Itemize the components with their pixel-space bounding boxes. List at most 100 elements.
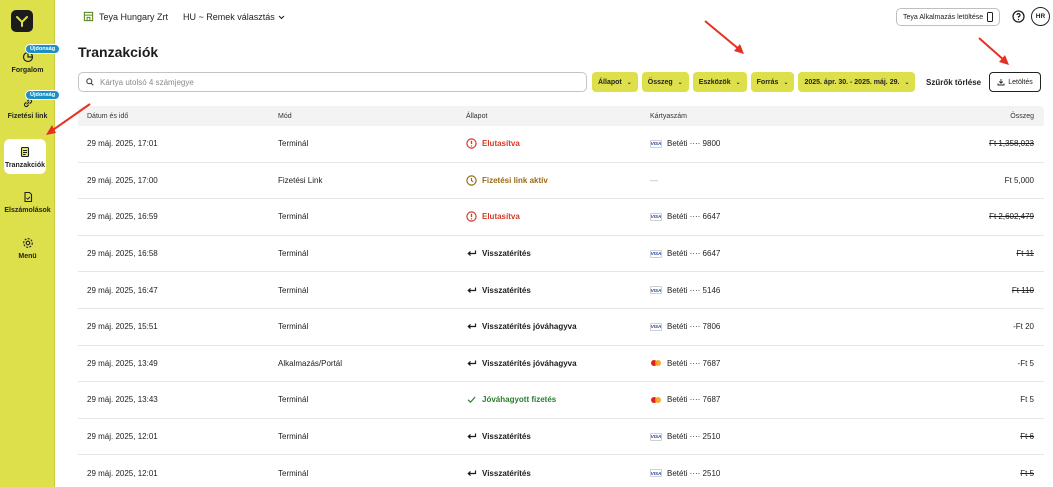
- status-label: Visszatérítés: [482, 468, 531, 478]
- cell-amount: Ft 110: [1011, 285, 1034, 295]
- gear-icon: [21, 236, 35, 250]
- status-badge: Visszatérítés jóváhagyva: [466, 321, 650, 332]
- table-row[interactable]: 29 máj. 2025, 16:59 Terminál Elutasítva VIS…: [78, 199, 1044, 236]
- cell-mode: Terminál: [278, 139, 309, 149]
- search-input[interactable]: [100, 77, 560, 87]
- filter-label: Összeg: [647, 78, 673, 86]
- sidebar-item-elszamolasok[interactable]: Elszámolások: [0, 190, 55, 214]
- receipt-icon: [18, 145, 32, 159]
- cell-amount: Ft 6: [1020, 432, 1034, 442]
- cell-date: 29 máj. 2025, 13:49: [87, 358, 158, 368]
- cell-date: 29 máj. 2025, 17:01: [87, 139, 158, 149]
- status-badge: Jóváhagyott fizetés: [466, 394, 650, 405]
- sidebar-item-label: Forgalom: [11, 67, 44, 74]
- cell-date: 29 máj. 2025, 12:01: [87, 468, 158, 478]
- sidebar-item-tranzakciok[interactable]: Tranzakciók: [4, 139, 46, 174]
- cell-amount: -Ft 20: [1013, 322, 1034, 332]
- sidebar-item-label: Elszámolások: [4, 207, 51, 214]
- status-label: Visszatérítés jóváhagyva: [482, 322, 577, 332]
- alert-circle-icon: [466, 138, 477, 149]
- location-name: HU ~ Remek választás: [183, 12, 275, 22]
- visa-icon: VISA: [650, 249, 662, 258]
- cell-mode: Fizetési Link: [278, 175, 323, 185]
- cell-status: Jóváhagyott fizetés: [466, 394, 650, 405]
- cell-status: Elutasítva: [466, 211, 650, 223]
- column-header-card[interactable]: Kártyaszám: [650, 113, 860, 120]
- table-row[interactable]: 29 máj. 2025, 15:51 Terminál Visszatérítés…: [78, 309, 1044, 346]
- column-header-date[interactable]: Dátum és idő: [78, 113, 278, 120]
- return-arrow-icon: [466, 248, 477, 259]
- cell-amount: Ft 5,000: [1004, 175, 1034, 185]
- table-row[interactable]: 29 máj. 2025, 12:01 Terminál Visszatérítés…: [78, 419, 1044, 456]
- status-label: Jóváhagyott fizetés: [482, 395, 557, 405]
- return-arrow-icon: [466, 468, 477, 479]
- card-number: Betéti ···· 7687: [667, 358, 721, 368]
- return-arrow-icon: [466, 431, 477, 442]
- cell-card: —: [650, 176, 860, 185]
- filter-label: Állapot: [598, 78, 622, 86]
- filter-eszkozok[interactable]: Eszközök ⌄: [692, 72, 747, 92]
- status-badge: Visszatérítés: [466, 431, 650, 442]
- cell-status: Visszatérítés: [466, 468, 650, 479]
- search-box[interactable]: [78, 72, 587, 92]
- sidebar-item-menu[interactable]: Menü: [0, 236, 55, 260]
- sidebar-item-forgalom[interactable]: Újdonság Forgalom: [0, 44, 61, 74]
- teya-logo[interactable]: [11, 10, 33, 32]
- table-row[interactable]: 29 máj. 2025, 13:49 Alkalmazás/Portál Viss…: [78, 346, 1044, 383]
- clear-filters-link[interactable]: Szűrők törlése: [926, 78, 981, 87]
- chevron-down-icon: ⌄: [735, 79, 741, 86]
- table-row[interactable]: 29 máj. 2025, 16:47 Terminál Visszatérítés…: [78, 272, 1044, 309]
- download-icon: [997, 79, 1005, 86]
- chevron-down-icon: ⌄: [783, 79, 789, 86]
- chevron-down-icon: ⌄: [626, 79, 632, 86]
- table-row[interactable]: 29 máj. 2025, 17:00 Fizetési Link Fizetési…: [78, 163, 1044, 200]
- cell-mode: Terminál: [278, 212, 309, 222]
- filter-allapot[interactable]: Állapot ⌄: [592, 72, 638, 92]
- cell-status: Visszatérítés: [466, 285, 650, 296]
- download-button[interactable]: Letöltés: [989, 72, 1041, 92]
- new-badge: Újdonság: [25, 44, 61, 54]
- app-download-button[interactable]: Teya Alkalmazás letöltése: [896, 8, 1001, 26]
- help-icon[interactable]: [1012, 10, 1025, 23]
- chevron-down-icon: ⌄: [904, 79, 910, 86]
- sidebar-item-fizetesi-link[interactable]: Újdonság Fizetési link: [0, 90, 61, 120]
- table-row[interactable]: 29 máj. 2025, 12:01 Terminál Visszatérítés…: [78, 455, 1044, 487]
- location-selector[interactable]: HU ~ Remek választás: [183, 12, 285, 22]
- column-header-mode[interactable]: Mód: [278, 113, 466, 120]
- table-body: 29 máj. 2025, 17:01 Terminál Elutasítva VIS…: [78, 126, 1044, 487]
- cell-status: Visszatérítés jóváhagyva: [466, 358, 650, 369]
- check-icon: [466, 394, 477, 405]
- cell-card: VISA Betéti ···· 2510: [650, 432, 860, 441]
- cell-date: 29 máj. 2025, 17:00: [87, 175, 158, 185]
- filter-forras[interactable]: Forrás ⌄: [750, 72, 795, 92]
- cell-amount: Ft 11: [1016, 249, 1034, 259]
- chevron-down-icon: [278, 15, 285, 19]
- cell-date: 29 máj. 2025, 16:47: [87, 285, 158, 295]
- filter-osszeg[interactable]: Összeg ⌄: [641, 72, 689, 92]
- clock-icon: [466, 175, 477, 186]
- avatar[interactable]: HR: [1031, 7, 1050, 26]
- column-header-status[interactable]: Állapot: [466, 113, 650, 120]
- download-label: Letöltés: [1008, 78, 1033, 86]
- sidebar-item-label: Tranzakciók: [4, 162, 46, 169]
- cell-card: VISA Betéti ···· 5146: [650, 286, 860, 295]
- filter-label: 2025. ápr. 30. - 2025. máj. 29.: [804, 78, 900, 86]
- card-number: Betéti ···· 9800: [667, 139, 721, 149]
- filter-label: Forrás: [756, 78, 779, 86]
- merchant-selector[interactable]: Teya Hungary Zrt: [83, 11, 168, 22]
- cell-amount: Ft 1,358,023: [989, 139, 1034, 149]
- table-row[interactable]: 29 máj. 2025, 17:01 Terminál Elutasítva VIS…: [78, 126, 1044, 163]
- column-header-amount[interactable]: Összeg: [860, 113, 1044, 120]
- cell-status: Visszatérítés: [466, 431, 650, 442]
- transactions-table: Dátum és idő Mód Állapot Kártyaszám Össz…: [78, 106, 1044, 487]
- cell-card: Betéti ···· 7687: [650, 359, 860, 368]
- table-header: Dátum és idő Mód Állapot Kártyaszám Össz…: [78, 106, 1044, 126]
- status-badge: Elutasítva: [466, 138, 650, 149]
- cell-mode: Terminál: [278, 249, 309, 259]
- cell-date: 29 máj. 2025, 16:59: [87, 212, 158, 222]
- table-row[interactable]: 29 máj. 2025, 13:43 Terminál Jóváhagyott f…: [78, 382, 1044, 419]
- card-number: Betéti ···· 6647: [667, 249, 721, 259]
- filter-date-range[interactable]: 2025. ápr. 30. - 2025. máj. 29. ⌄: [798, 72, 916, 92]
- cell-date: 29 máj. 2025, 15:51: [87, 322, 158, 332]
- table-row[interactable]: 29 máj. 2025, 16:58 Terminál Visszatérítés…: [78, 236, 1044, 273]
